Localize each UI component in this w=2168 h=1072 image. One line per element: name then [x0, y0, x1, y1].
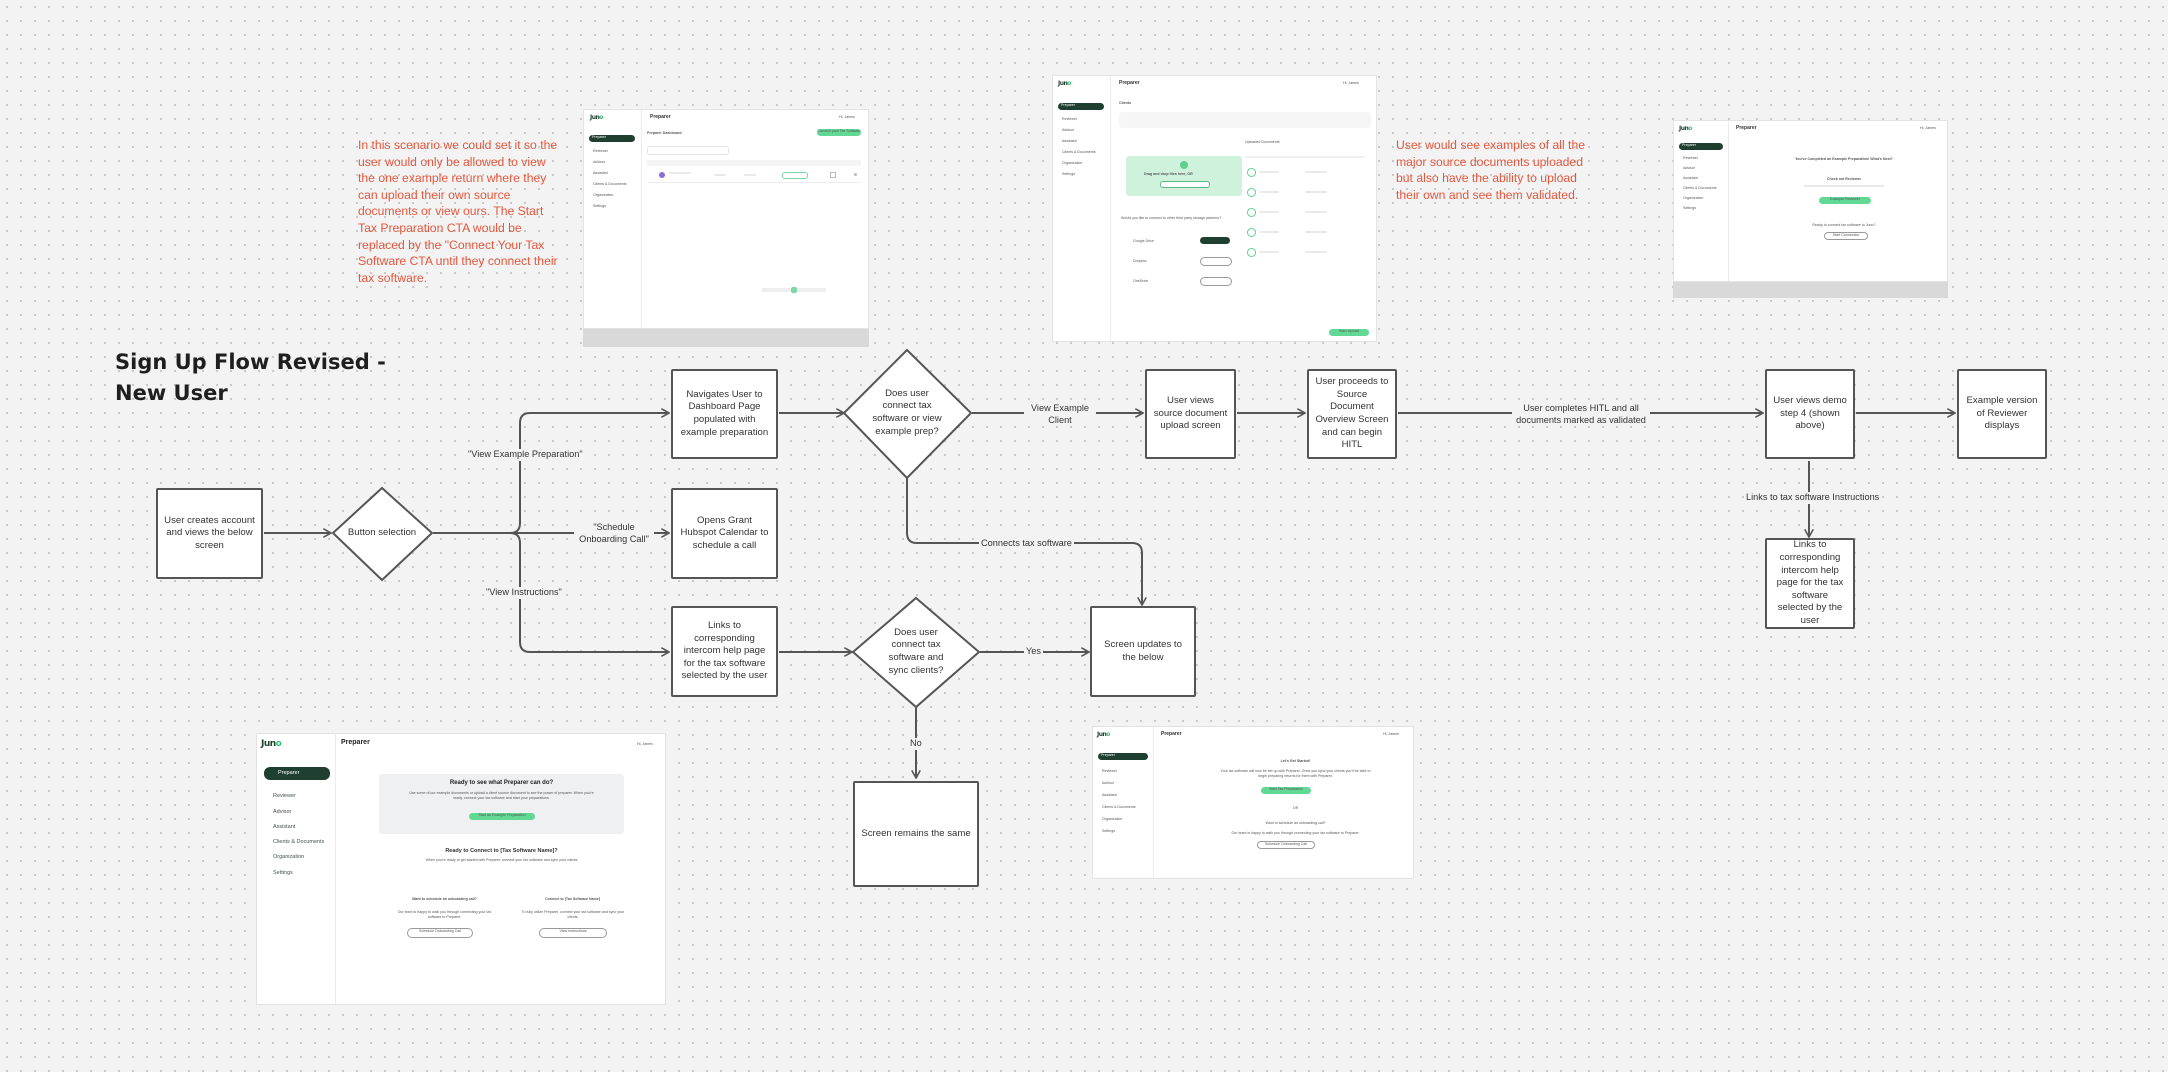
edge-label-connects-tax-software: Connects tax software [979, 538, 1074, 550]
edge-label-view-example-prep: "View Example Preparation" [466, 449, 585, 461]
box-proceeds: User proceeds to Source Document Overvie… [1307, 369, 1397, 459]
box-start: User creates account and views the below… [156, 488, 263, 579]
box-dashboard: Navigates User to Dashboard Page populat… [671, 369, 778, 459]
mockup-logo: Juno [590, 114, 603, 121]
edge-label-hitl-complete: User completes HITL and all documents ma… [1512, 403, 1650, 427]
mockup-nav-preparer: Preparer [589, 135, 635, 142]
mockup-nav-settings: Settings [593, 204, 606, 208]
edge-label-schedule-call: "Schedule Onboarding Call" [574, 522, 654, 546]
mockup-clients-heading: Clients [1119, 101, 1131, 105]
box-screen-updates: Screen updates to the below [1090, 606, 1196, 697]
mockup-app-title: Preparer [650, 114, 671, 120]
box-intercom-right: Links to corresponding intercom help pag… [1765, 538, 1855, 629]
box-demo-step: User views demo step 4 (shown above) [1765, 369, 1855, 459]
mockup-connect-cta: Connect your Tax Software [817, 129, 861, 136]
edge-label-no: No [908, 738, 924, 750]
mockup-dropzone: Drag and drop files here, OR [1126, 156, 1242, 196]
box-example-reviewer: Example version of Reviewer displays [1957, 369, 2047, 459]
diamond-button-selection-text: Button selection [347, 526, 417, 538]
box-hubspot: Opens Grant Hubspot Calendar to schedule… [671, 488, 778, 579]
edge-label-view-instructions: "View Instructions" [484, 587, 564, 599]
mockup-preparer-empty: Juno Preparer Reviewer Advisor Assistant… [256, 733, 666, 1005]
edge-label-links-instructions: Links to tax software Instructions [1744, 492, 1882, 504]
mockup-nav-clients: Clients & Documents [593, 182, 627, 186]
mockup-dashboard-heading: Preparer Dashboard [647, 131, 682, 135]
mockup-dashboard: Juno Preparer Reviewer Advisor Assistant… [583, 109, 869, 347]
box-intercom-left: Links to corresponding intercom help pag… [671, 606, 778, 697]
box-source-upload: User views source document upload screen [1145, 369, 1236, 459]
diamond-sync-decision-text: Does user connect tax software and sync … [888, 626, 944, 676]
mockup-get-started: Juno Preparer Reviewer Advisor Assistant… [1092, 726, 1414, 879]
mockup-user: Hi, James [839, 115, 855, 119]
box-screen-same: Screen remains the same [853, 781, 979, 887]
mockup-start-upload: Start Upload [1329, 329, 1369, 336]
mockup-clients: Juno Preparer Reviewer Advisor Assistant… [1052, 75, 1377, 342]
edge-button-dashboard [433, 413, 668, 534]
mockup-complete: Juno Preparer Reviewer Advisor Assistant… [1673, 120, 1948, 298]
mockup-nav-advisor: Advisor [593, 160, 605, 164]
edge-label-view-example-client: View Example Client [1024, 403, 1096, 427]
edge-label-yes: Yes [1024, 646, 1043, 658]
diamond-connect-decision-text: Does user connect tax software or view e… [872, 387, 942, 437]
mockup-nav-assistant: Assistant [593, 171, 608, 175]
mockup-nav-reviewer: Reviewer [593, 149, 608, 153]
mockup-nav-organization: Organization [593, 193, 614, 197]
